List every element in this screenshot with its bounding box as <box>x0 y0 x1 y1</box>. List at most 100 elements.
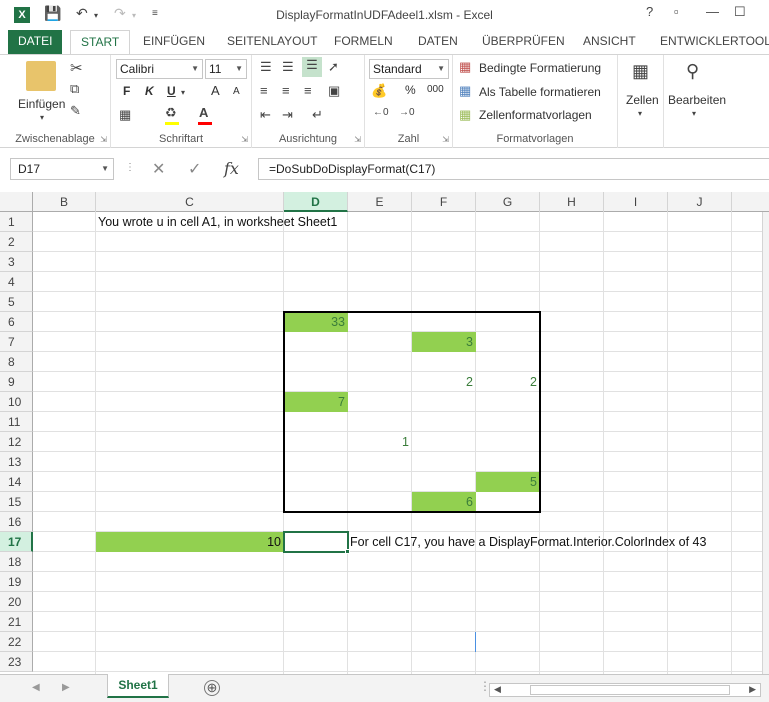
wrap-text-icon[interactable]: ↵ <box>312 107 323 123</box>
align-center-icon[interactable]: ≡ <box>282 83 290 98</box>
cell-styles-button[interactable]: Zellenformatvorlagen <box>479 108 592 122</box>
tab-insert[interactable]: EINFÜGEN <box>143 30 205 54</box>
cells-dropdown-icon[interactable]: ▾ <box>638 109 642 118</box>
cell-e17[interactable]: For cell C17, you have a DisplayFormat.I… <box>350 533 760 552</box>
sheet-next-icon[interactable]: ▶ <box>62 682 70 693</box>
paste-dropdown-icon[interactable]: ▾ <box>40 113 44 122</box>
horizontal-scroll-thumb[interactable] <box>530 685 730 695</box>
percent-button[interactable]: % <box>405 83 416 97</box>
scroll-right-icon[interactable]: ▶ <box>749 684 756 695</box>
borders-icon[interactable]: ▦ <box>119 107 131 123</box>
row-header-12[interactable]: 12 <box>0 432 33 452</box>
row-header-10[interactable]: 10 <box>0 392 33 412</box>
increase-decimal-icon[interactable]: ←0 <box>373 107 389 118</box>
enter-icon[interactable]: ✓ <box>188 159 201 179</box>
format-as-table-button[interactable]: Als Tabelle formatieren <box>479 85 601 99</box>
cell-g9[interactable]: 2 <box>476 373 540 392</box>
row-header-15[interactable]: 15 <box>0 492 33 512</box>
underline-button[interactable]: U <box>167 84 176 98</box>
cut-icon[interactable]: ✂ <box>70 59 83 77</box>
column-header-d[interactable]: D <box>284 192 348 212</box>
row-header-4[interactable]: 4 <box>0 272 33 292</box>
tab-start[interactable]: START <box>70 30 131 55</box>
row-header-5[interactable]: 5 <box>0 292 33 312</box>
tab-formulas[interactable]: FORMELN <box>334 30 393 54</box>
increase-indent-icon[interactable]: ⇥ <box>282 107 293 123</box>
align-bottom-icon[interactable]: ☰ <box>302 57 322 77</box>
tab-data[interactable]: DATEN <box>418 30 458 54</box>
insert-function-button[interactable]: fx <box>224 159 239 178</box>
help-button[interactable]: ? <box>646 4 653 19</box>
row-header-14[interactable]: 14 <box>0 472 33 492</box>
horizontal-scrollbar[interactable]: ◀ ▶ <box>489 683 761 697</box>
bold-button[interactable]: F <box>123 84 130 98</box>
decrease-indent-icon[interactable]: ⇤ <box>260 107 271 123</box>
tab-view[interactable]: ANSICHT <box>583 30 636 54</box>
row-header-21[interactable]: 21 <box>0 612 33 632</box>
font-color-icon[interactable]: A <box>199 105 208 120</box>
merge-icon[interactable]: ▣ <box>328 83 340 99</box>
row-header-11[interactable]: 11 <box>0 412 33 432</box>
row-header-13[interactable]: 13 <box>0 452 33 472</box>
alignment-launcher-icon[interactable]: ⇲ <box>354 135 361 144</box>
cell-d6[interactable]: 33 <box>284 313 348 332</box>
paste-icon[interactable] <box>26 61 56 91</box>
grow-font-button[interactable]: A <box>211 83 220 98</box>
ribbon-display-button[interactable]: ▫ <box>674 4 679 19</box>
align-right-icon[interactable]: ≡ <box>304 83 312 98</box>
cell-g14[interactable]: 5 <box>476 473 540 492</box>
name-box[interactable]: D17 ▼ <box>10 158 114 180</box>
align-middle-icon[interactable]: ☰ <box>282 59 294 75</box>
sheet-prev-icon[interactable]: ◀ <box>32 682 40 693</box>
number-format-select[interactable]: Standard ▼ <box>369 59 449 79</box>
cell-f7[interactable]: 3 <box>412 333 476 352</box>
underline-dropdown-icon[interactable]: ▾ <box>181 88 185 97</box>
row-header-3[interactable]: 3 <box>0 252 33 272</box>
row-header-2[interactable]: 2 <box>0 232 33 252</box>
row-header-16[interactable]: 16 <box>0 512 33 532</box>
row-header-8[interactable]: 8 <box>0 352 33 372</box>
row-header-6[interactable]: 6 <box>0 312 33 332</box>
column-header-f[interactable]: F <box>412 192 476 212</box>
tab-developer[interactable]: ENTWICKLERTOOLS <box>660 30 769 54</box>
sheet-tab-sheet1[interactable]: Sheet1 <box>107 674 169 698</box>
align-left-icon[interactable]: ≡ <box>260 83 268 98</box>
vertical-scrollbar[interactable] <box>762 212 769 674</box>
column-header-i[interactable]: I <box>604 192 668 212</box>
select-all-corner[interactable] <box>0 192 33 212</box>
row-header-9[interactable]: 9 <box>0 372 33 392</box>
cancel-icon[interactable]: ✕ <box>152 159 165 179</box>
tab-review[interactable]: ÜBERPRÜFEN <box>482 30 565 54</box>
font-size-select[interactable]: 11 ▼ <box>205 59 247 79</box>
fill-color-icon[interactable]: ♻ <box>165 105 177 121</box>
cell-c1[interactable]: You wrote u in cell A1, in worksheet She… <box>98 213 358 232</box>
shrink-font-button[interactable]: A <box>233 86 240 97</box>
cell-d10[interactable]: 7 <box>284 393 348 412</box>
cells-button[interactable]: Zellen <box>626 93 659 107</box>
cell-f15[interactable]: 6 <box>412 493 476 512</box>
row-header-23[interactable]: 23 <box>0 652 33 672</box>
maximize-button[interactable]: ☐ <box>734 4 746 20</box>
copy-icon[interactable]: ⧉ <box>70 81 79 97</box>
column-header-j[interactable]: J <box>668 192 732 212</box>
scroll-left-icon[interactable]: ◀ <box>494 684 501 695</box>
worksheet-grid[interactable]: B C D E F G H I J 1 2 3 4 5 6 7 8 9 10 11 12 13 14 15 1… <box>0 192 769 674</box>
column-header-e[interactable]: E <box>348 192 412 212</box>
minimize-button[interactable]: — <box>706 4 719 19</box>
row-header-20[interactable]: 20 <box>0 592 33 612</box>
conditional-formatting-button[interactable]: Bedingte Formatierung <box>479 61 601 75</box>
column-header-b[interactable]: B <box>33 192 96 212</box>
orientation-icon[interactable]: ➚ <box>328 59 339 75</box>
italic-button[interactable]: K <box>145 84 154 98</box>
font-name-select[interactable]: Calibri ▼ <box>116 59 203 79</box>
row-header-1[interactable]: 1 <box>0 212 33 232</box>
thousands-button[interactable]: 000 <box>427 84 444 95</box>
cell-f9[interactable]: 2 <box>412 373 476 392</box>
font-launcher-icon[interactable]: ⇲ <box>241 135 248 144</box>
cell-e12[interactable]: 1 <box>348 433 412 452</box>
tab-page-layout[interactable]: SEITENLAYOUT <box>227 30 317 54</box>
column-header-h[interactable]: H <box>540 192 604 212</box>
row-header-18[interactable]: 18 <box>0 552 33 572</box>
fill-handle[interactable] <box>345 549 350 554</box>
add-sheet-button[interactable]: ⊕ <box>204 680 220 696</box>
